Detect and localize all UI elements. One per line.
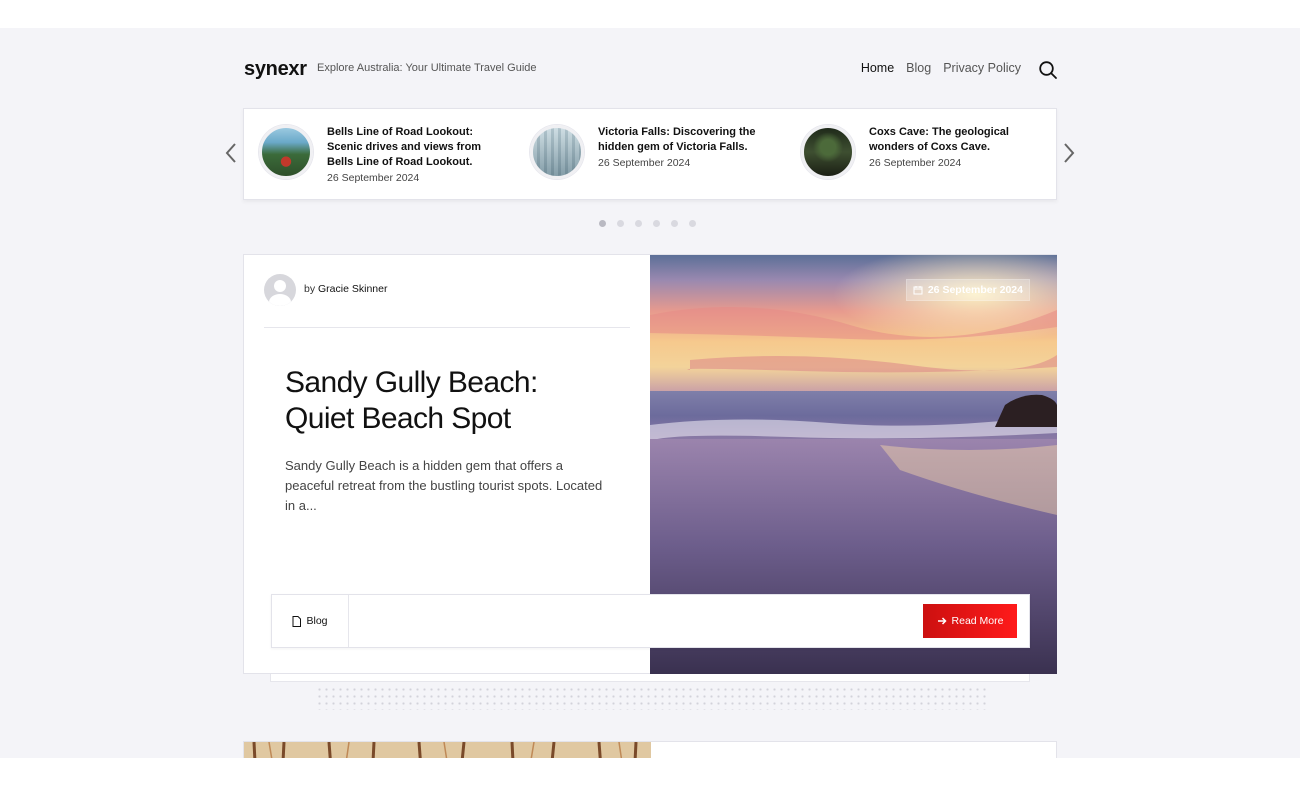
decorative-dot-grid [316,686,990,710]
slide-thumbnail[interactable] [530,125,584,179]
slider-item[interactable]: Coxs Cave: The geological wonders of Cox… [801,125,1051,179]
category-link[interactable]: Blog [272,595,349,647]
slide-thumbnail[interactable] [259,125,313,179]
nav-item-privacy-policy[interactable]: Privacy Policy [943,61,1021,75]
slide-date: 26 September 2024 [598,157,691,169]
byline-prefix: by [304,283,316,295]
post-title[interactable]: Sandy Gully Beach: Quiet Beach Spot [285,365,605,437]
avatar[interactable] [264,274,296,306]
post-date-badge: 26 September 2024 [905,279,1030,301]
category-label: Blog [306,615,328,627]
main-nav: Home Blog Privacy Policy [861,61,1021,75]
chevron-right-icon[interactable] [1062,141,1076,165]
post-card: by Gracie Skinner Sandy Gully Beach: Qui… [243,254,1057,674]
nav-item-home[interactable]: Home [861,61,894,75]
slide-thumbnail[interactable] [801,125,855,179]
slide-title[interactable]: Coxs Cave: The geological wonders of Cox… [869,125,1051,155]
slider-dot[interactable] [653,220,660,227]
nav-item-blog[interactable]: Blog [906,61,931,75]
slider-item[interactable]: Victoria Falls: Discovering the hidden g… [530,125,780,179]
post-featured-image-next[interactable] [244,742,651,758]
post-date: 26 September 2024 [927,284,1023,296]
forest-image [244,742,651,758]
slide-date: 26 September 2024 [327,172,420,184]
slider-dot[interactable] [635,220,642,227]
slider-item[interactable]: Bells Line of Road Lookout: Scenic drive… [259,125,509,186]
divider [264,327,630,328]
slider-dot[interactable] [617,220,624,227]
read-more-button[interactable]: Read More [923,604,1017,638]
site-tagline: Explore Australia: Your Ultimate Travel … [317,62,537,74]
slider-dot[interactable] [689,220,696,227]
chevron-left-icon[interactable] [224,141,238,165]
post-card-footer: Blog Read More [271,594,1030,648]
read-more-label: Read More [951,615,1004,627]
site-logo[interactable]: synexr [244,58,307,81]
post-card-next [243,741,1057,758]
author-link[interactable]: Gracie Skinner [318,283,387,295]
post-byline: by Gracie Skinner [304,283,387,295]
document-icon [292,615,302,627]
post-excerpt: Sandy Gully Beach is a hidden gem that o… [285,458,603,513]
slider-pagination [599,220,696,227]
search-icon[interactable] [1038,60,1058,80]
featured-posts-slider: Bells Line of Road Lookout: Scenic drive… [243,108,1057,200]
slide-title[interactable]: Bells Line of Road Lookout: Scenic drive… [327,125,509,170]
calendar-icon [913,286,923,295]
slider-dot[interactable] [599,220,606,227]
page-background: synexr Explore Australia: Your Ultimate … [0,28,1300,758]
slider-dot[interactable] [671,220,678,227]
slide-title[interactable]: Victoria Falls: Discovering the hidden g… [598,125,780,155]
slide-date: 26 September 2024 [869,157,962,169]
arrow-right-icon [937,617,947,625]
